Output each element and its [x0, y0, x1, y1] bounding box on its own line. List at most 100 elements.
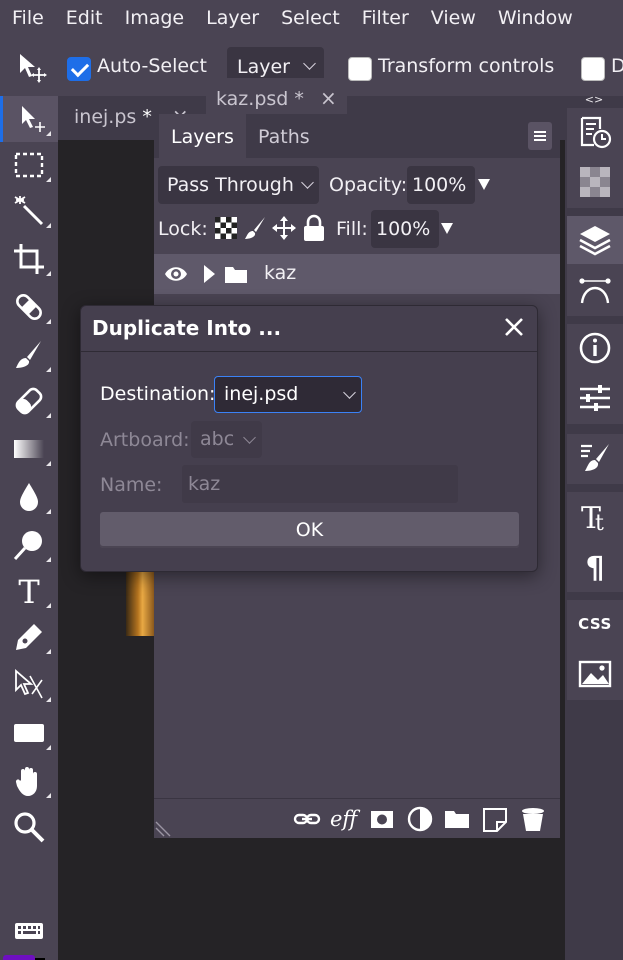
brush-tool-button[interactable] — [0, 332, 58, 378]
chevron-down-icon — [243, 431, 256, 444]
artboard-label: Artboard: — [100, 429, 190, 451]
distances-checkbox[interactable] — [581, 57, 605, 81]
auto-select-target-value: Layer — [237, 56, 290, 78]
menu-filter[interactable]: Filter — [351, 0, 420, 36]
new-group-folder-icon[interactable] — [443, 805, 471, 833]
destination-label: Destination: — [100, 383, 216, 405]
resize-grip-icon[interactable] — [154, 820, 172, 838]
type-tool-button[interactable]: T — [0, 568, 58, 614]
layer-row[interactable]: kaz — [154, 254, 560, 294]
move-tool-icon[interactable] — [16, 51, 50, 85]
link-icon[interactable] — [293, 805, 321, 833]
properties-panel-button[interactable] — [567, 374, 623, 422]
image-panel-button[interactable] — [567, 650, 623, 698]
tab-layers[interactable]: Layers — [159, 114, 246, 158]
crop-tool-button[interactable] — [0, 236, 58, 282]
opacity-dropdown-icon[interactable] — [478, 179, 490, 190]
eraser-icon — [15, 387, 43, 415]
eye-visibility-icon[interactable] — [164, 264, 188, 284]
type-t-icon: T — [18, 574, 40, 608]
pilcrow-icon: ¶ — [585, 551, 604, 583]
dodge-tool-button[interactable] — [0, 522, 58, 568]
effects-icon[interactable]: eff — [330, 805, 360, 833]
fill-dropdown-icon[interactable] — [441, 223, 453, 234]
lock-all-padlock-icon[interactable] — [302, 214, 326, 242]
lock-transparency-icon[interactable] — [214, 216, 238, 240]
panel-group-3 — [567, 324, 623, 424]
bandage-icon — [16, 294, 42, 320]
tab-inej-modified: * — [142, 106, 152, 128]
panels-bar: <> Tt ¶ CSS — [565, 94, 623, 960]
layers-panel-button[interactable] — [567, 216, 623, 264]
menu-layer[interactable]: Layer — [195, 0, 270, 36]
adjustment-layer-icon[interactable] — [406, 805, 434, 833]
destination-value: inej.psd — [224, 383, 299, 405]
trash-icon[interactable] — [519, 805, 547, 833]
pen-tool-button[interactable] — [0, 614, 58, 660]
magic-wand-tool-button[interactable] — [0, 188, 58, 234]
info-panel-button[interactable] — [567, 324, 623, 372]
brush-settings-panel-button[interactable] — [567, 434, 623, 482]
marquee-tool-button[interactable] — [0, 142, 58, 188]
expand-group-triangle-icon[interactable] — [202, 264, 216, 284]
auto-select-checkbox[interactable] — [67, 57, 91, 81]
artboard-dropdown[interactable]: abc — [191, 421, 262, 458]
tab-paths[interactable]: Paths — [246, 114, 322, 158]
menu-select[interactable]: Select — [270, 0, 351, 36]
name-field[interactable]: kaz — [182, 465, 458, 503]
blur-tool-button[interactable] — [0, 474, 58, 520]
css-panel-button[interactable]: CSS — [567, 600, 623, 648]
healing-tool-button[interactable] — [0, 284, 58, 330]
paths-panel-button[interactable] — [567, 266, 623, 314]
transform-controls-checkbox[interactable] — [348, 57, 372, 81]
mask-icon[interactable] — [368, 805, 396, 833]
opacity-label: Opacity: — [329, 174, 408, 196]
character-panel-button[interactable]: Tt — [567, 492, 623, 540]
magic-wand-icon — [14, 196, 44, 226]
blend-mode-dropdown[interactable]: Pass Through — [158, 166, 319, 204]
swatches-panel-button[interactable] — [567, 158, 623, 206]
destination-dropdown[interactable]: inej.psd — [214, 376, 362, 413]
panel-group-4 — [567, 434, 623, 484]
path-select-tool-button[interactable] — [0, 662, 58, 708]
new-layer-icon[interactable] — [481, 805, 509, 833]
pen-nib-icon — [16, 624, 42, 650]
shape-tool-button[interactable] — [0, 710, 58, 756]
foreground-color-swatch[interactable] — [3, 955, 35, 960]
move-tool-button[interactable] — [0, 96, 58, 142]
bezier-curve-icon — [579, 278, 611, 304]
menu-file[interactable]: File — [0, 0, 55, 36]
lock-pixels-brush-icon[interactable] — [243, 216, 267, 240]
paragraph-panel-button[interactable]: ¶ — [567, 542, 623, 590]
close-icon[interactable] — [503, 316, 525, 338]
gradient-icon — [14, 440, 44, 458]
magnifier-icon — [14, 812, 45, 843]
history-panel-button[interactable] — [567, 108, 623, 156]
menu-window[interactable]: Window — [487, 0, 584, 36]
folder-icon — [224, 264, 248, 284]
ok-button[interactable]: OK — [100, 512, 519, 548]
hand-tool-button[interactable] — [0, 758, 58, 804]
layers-panel-tabs: Layers Paths — [154, 114, 560, 158]
panel-menu-icon[interactable] — [528, 122, 552, 150]
info-icon — [579, 332, 611, 364]
distances-label[interactable]: D — [611, 55, 623, 77]
blend-mode-value: Pass Through — [167, 174, 294, 196]
gradient-tool-button[interactable] — [0, 426, 58, 472]
menu-image[interactable]: Image — [114, 0, 196, 36]
collapse-panels-arrows[interactable]: <> — [565, 94, 623, 108]
menu-view[interactable]: View — [420, 0, 487, 36]
keyboard-button[interactable] — [0, 908, 58, 954]
opacity-input[interactable]: 100% — [407, 166, 475, 204]
auto-select-label[interactable]: Auto-Select — [97, 55, 207, 77]
eraser-tool-button[interactable] — [0, 378, 58, 424]
transform-controls-label[interactable]: Transform controls — [378, 55, 554, 77]
zoom-tool-button[interactable] — [0, 804, 58, 850]
menu-edit[interactable]: Edit — [55, 0, 114, 36]
fill-input[interactable]: 100% — [371, 210, 439, 248]
water-drop-icon — [20, 483, 38, 511]
lock-position-move-icon[interactable] — [271, 215, 297, 241]
crop-icon — [14, 244, 44, 274]
tab-kaz-close-icon[interactable]: × — [320, 86, 337, 110]
layers-footer: eff — [154, 798, 560, 838]
